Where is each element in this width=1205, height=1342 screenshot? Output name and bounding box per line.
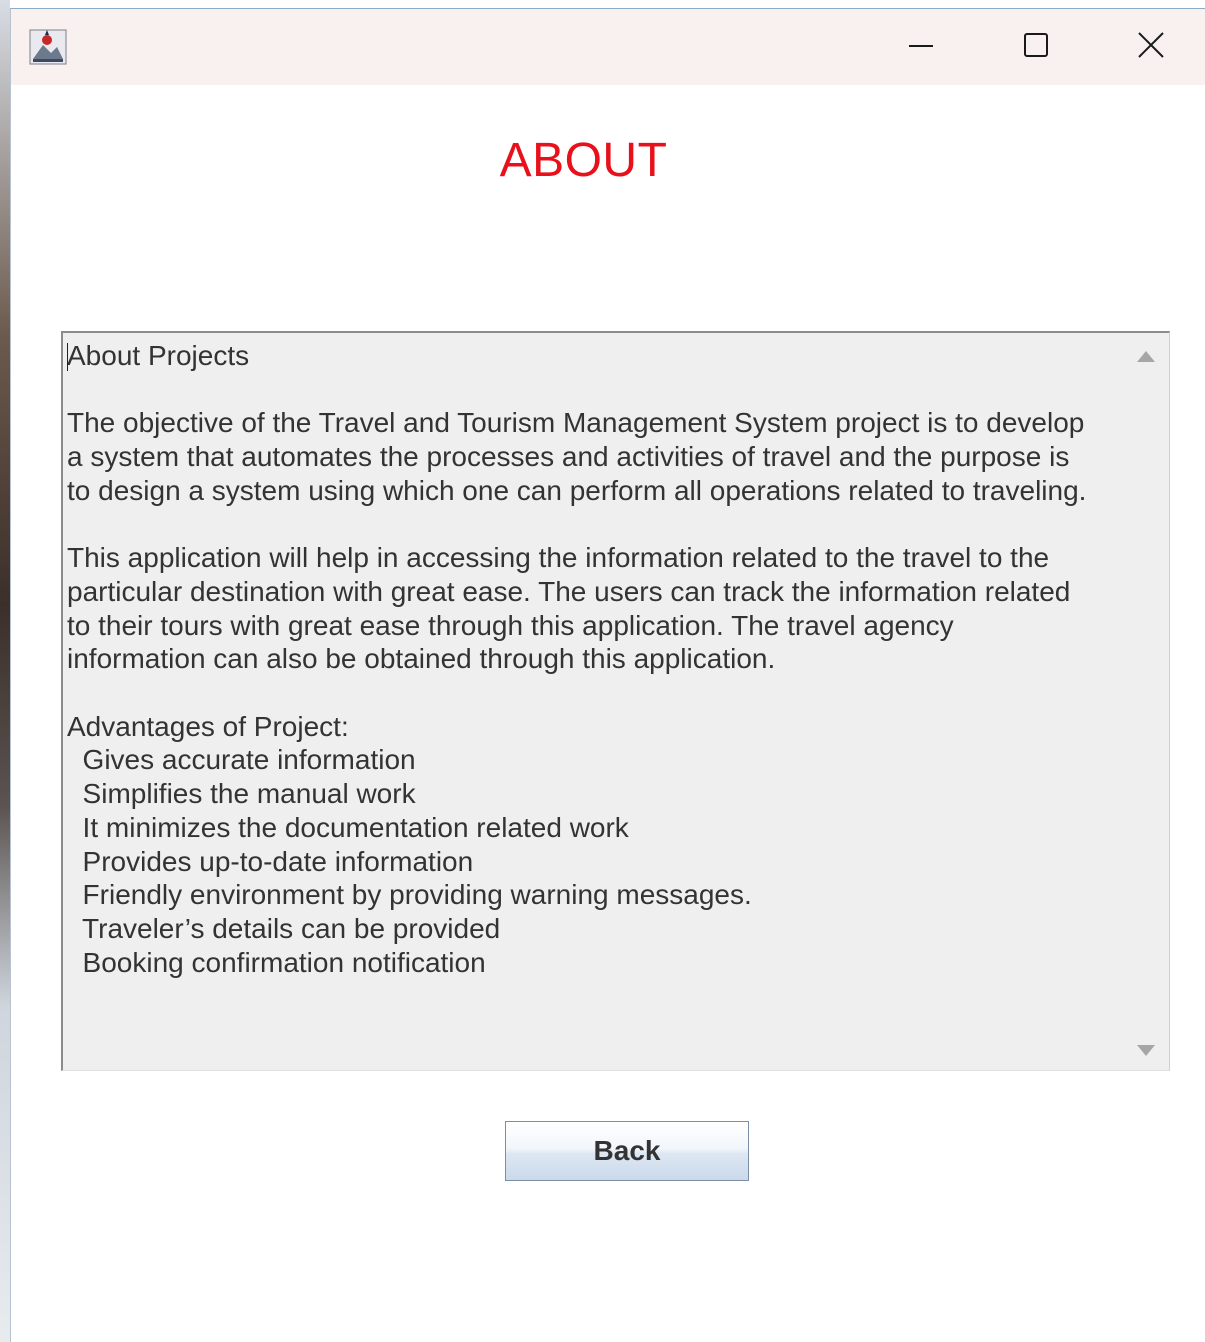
about-text: About Projects The objective of the Trav… (67, 340, 1087, 978)
about-window: ABOUT About Projects The objective of th… (10, 8, 1205, 1342)
maximize-icon (1023, 32, 1049, 63)
title-bar (11, 9, 1205, 85)
text-caret (67, 343, 68, 371)
java-app-icon (29, 29, 67, 65)
minimize-icon (908, 32, 934, 63)
minimize-button[interactable] (863, 9, 978, 85)
maximize-button[interactable] (978, 9, 1093, 85)
page-title: ABOUT (499, 134, 668, 187)
scroll-up-arrow-icon[interactable] (1137, 351, 1155, 362)
close-icon (1137, 31, 1164, 63)
desktop-background (0, 0, 10, 1342)
vertical-scrollbar[interactable] (1125, 333, 1169, 1070)
about-text-area[interactable]: About Projects The objective of the Trav… (61, 331, 1170, 1071)
close-button[interactable] (1093, 9, 1205, 85)
scroll-down-arrow-icon[interactable] (1137, 1045, 1155, 1056)
back-button[interactable]: Back (505, 1121, 749, 1181)
